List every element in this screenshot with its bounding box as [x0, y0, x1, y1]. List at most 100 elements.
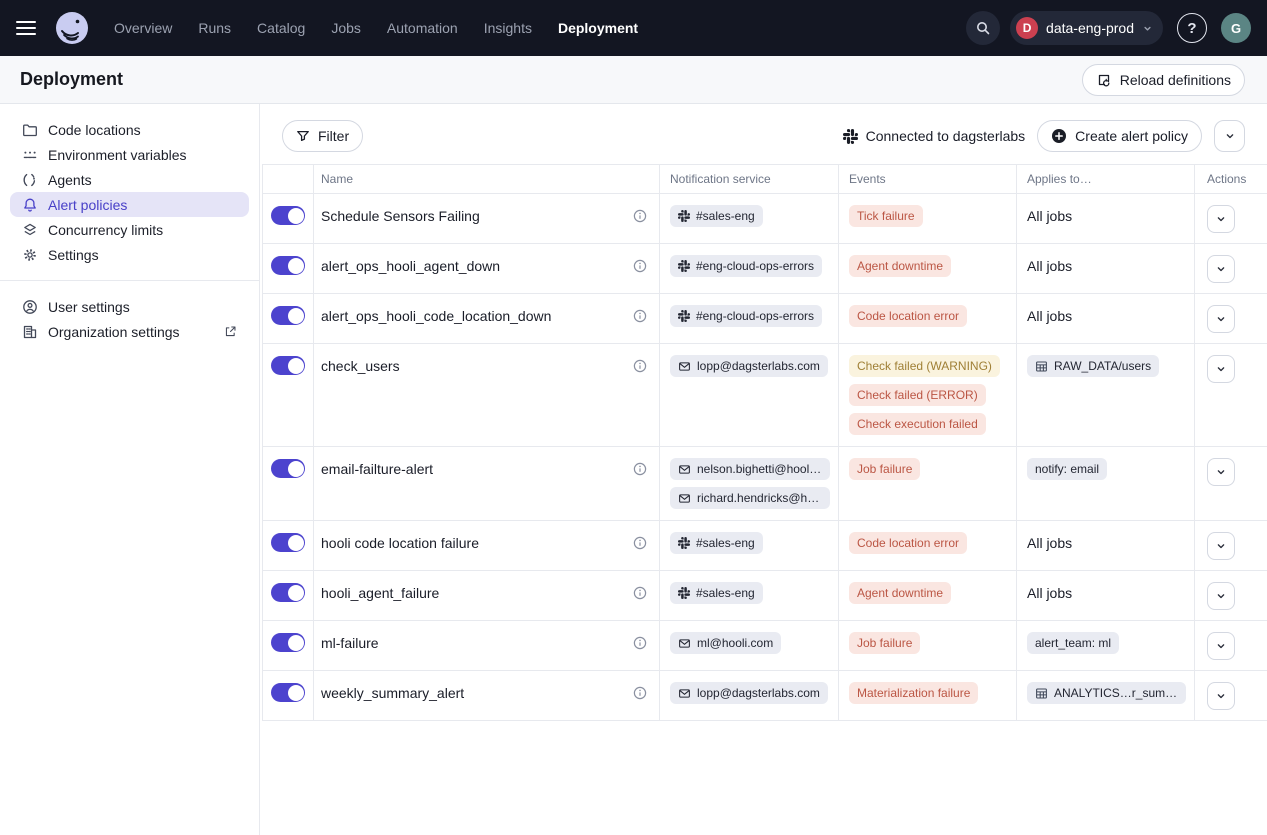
user-avatar[interactable]: G: [1221, 13, 1251, 43]
row-actions-button[interactable]: [1207, 582, 1235, 610]
row-actions-button[interactable]: [1207, 255, 1235, 283]
event-chip-label: Code location error: [857, 536, 959, 550]
actions-cell: [1195, 194, 1267, 243]
row-actions-button[interactable]: [1207, 205, 1235, 233]
info-icon[interactable]: [633, 636, 647, 650]
events-cell: Agent downtime: [839, 571, 1017, 620]
slack-icon: [678, 260, 690, 272]
event-chip: Check execution failed: [849, 413, 986, 435]
create-alert-policy-button[interactable]: Create alert policy: [1037, 120, 1202, 152]
info-icon[interactable]: [633, 586, 647, 600]
notification-chip-label: lopp@dagsterlabs.com: [697, 686, 820, 700]
sidebar-item-agents[interactable]: Agents: [10, 167, 249, 192]
sidebar-item-settings[interactable]: Settings: [10, 242, 249, 267]
alert-enabled-toggle[interactable]: [271, 533, 305, 552]
row-actions-button[interactable]: [1207, 305, 1235, 333]
event-chip-label: Job failure: [857, 462, 912, 476]
nav-overview[interactable]: Overview: [114, 20, 172, 36]
chevron-down-icon: [1224, 130, 1236, 142]
events-cell: Materialization failure: [839, 671, 1017, 720]
search-button[interactable]: [966, 11, 1000, 45]
alert-enabled-toggle[interactable]: [271, 583, 305, 602]
chevron-down-icon: [1215, 213, 1227, 225]
alert-enabled-toggle[interactable]: [271, 633, 305, 652]
info-icon[interactable]: [633, 209, 647, 223]
deployment-switcher[interactable]: D data-eng-prod: [1010, 11, 1163, 45]
sidebar-item-alert-policies[interactable]: Alert policies: [10, 192, 249, 217]
events-cell: Tick failure: [839, 194, 1017, 243]
dagster-logo-icon[interactable]: [54, 10, 90, 46]
event-chip-label: Agent downtime: [857, 586, 943, 600]
sidebar-item-user-settings[interactable]: User settings: [10, 294, 249, 319]
notification-chip: richard.hendricks@hooli…: [670, 487, 830, 509]
info-icon[interactable]: [633, 462, 647, 476]
event-chip-label: Check execution failed: [857, 417, 978, 431]
layers-icon: [22, 222, 38, 238]
alert-enabled-toggle[interactable]: [271, 206, 305, 225]
help-button[interactable]: ?: [1177, 13, 1207, 43]
info-icon-glyph: [633, 636, 647, 650]
table-row: weekly_summary_alert lopp@dagsterlabs.co…: [262, 671, 1267, 721]
event-chip: Code location error: [849, 305, 967, 327]
row-actions-button[interactable]: [1207, 458, 1235, 486]
deployment-badge: D: [1016, 17, 1038, 39]
page-title: Deployment: [20, 69, 123, 90]
events-cell: Agent downtime: [839, 244, 1017, 293]
event-chip: Agent downtime: [849, 582, 951, 604]
info-icon[interactable]: [633, 536, 647, 550]
name-cell: alert_ops_hooli_agent_down: [314, 244, 660, 293]
applies-to-text: All jobs: [1027, 571, 1194, 601]
mail-icon: [678, 463, 691, 476]
create-policy-menu-button[interactable]: [1214, 120, 1245, 152]
notification-chip: #eng-cloud-ops-errors: [670, 255, 822, 277]
col-notification-service: Notification service: [660, 165, 839, 193]
alert-enabled-toggle[interactable]: [271, 256, 305, 275]
nav-jobs[interactable]: Jobs: [331, 20, 361, 36]
info-icon[interactable]: [633, 686, 647, 700]
alert-enabled-toggle[interactable]: [271, 356, 305, 375]
sidebar-item-environment-variables[interactable]: Environment variables: [10, 142, 249, 167]
hamburger-menu-icon[interactable]: [16, 16, 40, 40]
row-actions-button[interactable]: [1207, 532, 1235, 560]
applies-to-chip: notify: email: [1027, 458, 1107, 480]
event-chip-label: Check failed (ERROR): [857, 388, 978, 402]
sidebar-item-label: Concurrency limits: [48, 222, 163, 238]
notification-chip-label: #sales-eng: [696, 586, 755, 600]
alert-policy-name: alert_ops_hooli_agent_down: [321, 258, 500, 274]
event-chip: Check failed (WARNING): [849, 355, 1000, 377]
event-chip-label: Tick failure: [857, 209, 915, 223]
applies-to-chip: ANALYTICS…r_summary: [1027, 682, 1186, 704]
connected-status: Connected to dagsterlabs: [843, 128, 1026, 144]
sidebar-item-code-locations[interactable]: Code locations: [10, 117, 249, 142]
chevron-down-icon: [1215, 640, 1227, 652]
info-icon-glyph: [633, 259, 647, 273]
slack-icon: [843, 129, 858, 144]
table-row: hooli code location failure #sales-eng C…: [262, 521, 1267, 571]
event-chip-label: Materialization failure: [857, 686, 970, 700]
info-icon[interactable]: [633, 259, 647, 273]
nav-automation[interactable]: Automation: [387, 20, 458, 36]
alert-enabled-toggle[interactable]: [271, 459, 305, 478]
nav-deployment[interactable]: Deployment: [558, 20, 638, 36]
alert-policy-name: email-failture-alert: [321, 461, 433, 477]
info-icon[interactable]: [633, 359, 647, 373]
info-icon[interactable]: [633, 309, 647, 323]
reload-definitions-button[interactable]: Reload definitions: [1082, 64, 1245, 96]
filter-button[interactable]: Filter: [282, 120, 363, 152]
applies-to-cell: notify: email: [1017, 447, 1195, 520]
row-actions-button[interactable]: [1207, 632, 1235, 660]
nav-runs[interactable]: Runs: [198, 20, 231, 36]
sidebar-item-concurrency-limits[interactable]: Concurrency limits: [10, 217, 249, 242]
sidebar-item-organization-settings[interactable]: Organization settings: [10, 319, 249, 344]
nav-insights[interactable]: Insights: [484, 20, 532, 36]
nav-catalog[interactable]: Catalog: [257, 20, 305, 36]
info-icon-glyph: [633, 309, 647, 323]
notification-service-cell: #sales-eng: [660, 521, 839, 570]
row-actions-button[interactable]: [1207, 355, 1235, 383]
alert-enabled-toggle[interactable]: [271, 306, 305, 325]
col-events: Events: [839, 165, 1017, 193]
toggle-cell: [263, 671, 314, 720]
row-actions-button[interactable]: [1207, 682, 1235, 710]
applies-to-text: All jobs: [1027, 194, 1194, 224]
alert-enabled-toggle[interactable]: [271, 683, 305, 702]
